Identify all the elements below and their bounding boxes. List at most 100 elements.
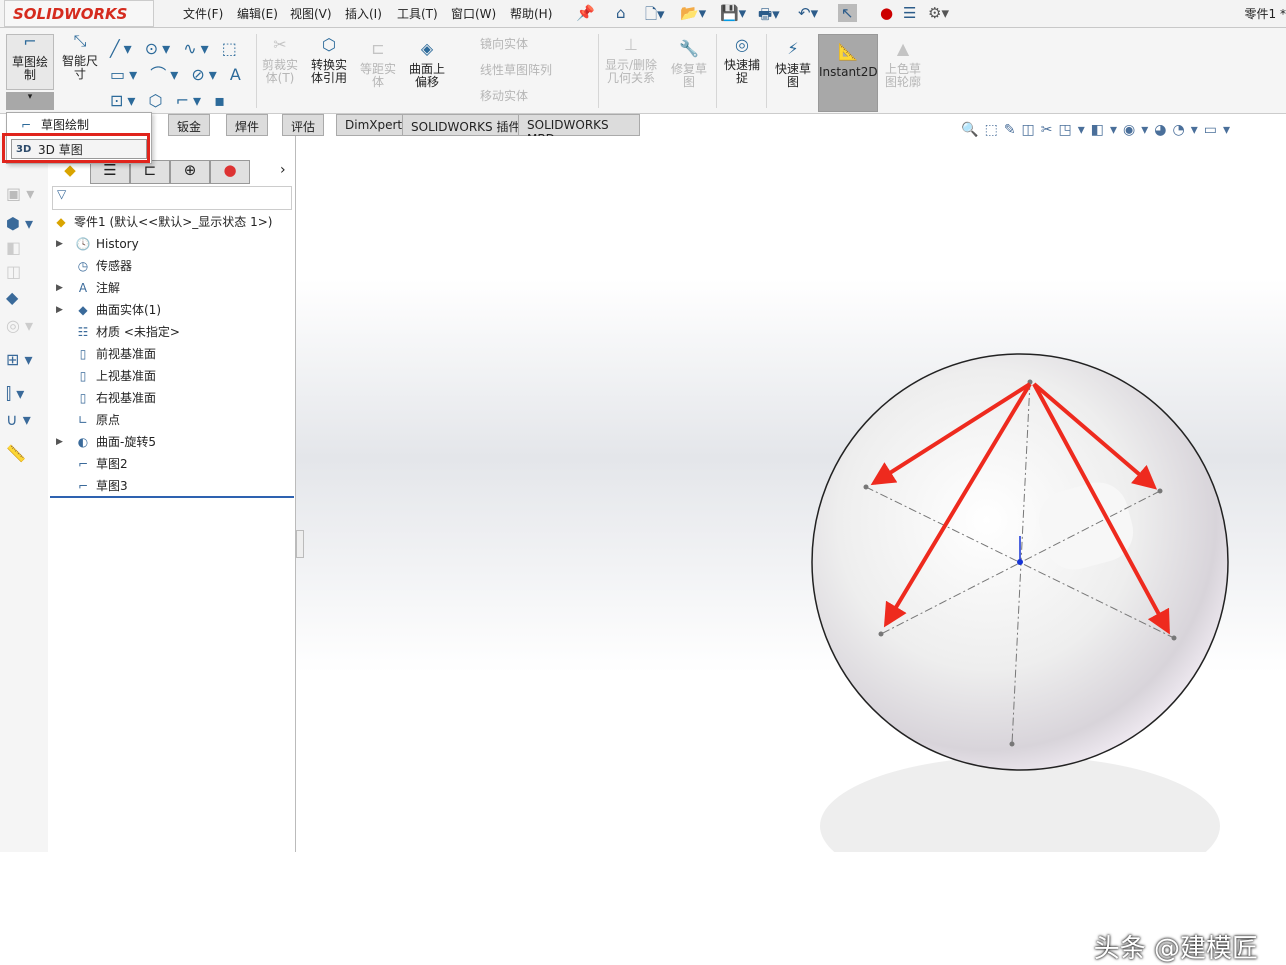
pattern-icon[interactable]: ⊞ ▾ xyxy=(6,350,33,369)
feature-manager: ◆ ☰ ⊏ ⊕ ● › ▽ ◆ 零件1 (默认<<默认>_显示状态 1>) ▶ 🕓 H… xyxy=(48,136,296,852)
shaded-sketch-contours-button[interactable]: ▲ 上色草图轮廓 xyxy=(880,41,926,89)
tree-item[interactable]: ⌐ 草图2 xyxy=(74,454,128,474)
display-relations-button[interactable]: ⊥ 显示/删除几何关系 xyxy=(602,37,660,85)
select-icon[interactable]: ↖ xyxy=(838,4,857,22)
save-icon[interactable]: 💾▾ xyxy=(720,4,746,22)
curves-icon[interactable]: ∪ ▾ xyxy=(6,410,31,429)
menu-edit[interactable]: 编辑(E) xyxy=(237,5,278,22)
linear-pattern-button[interactable]: 线性草图阵列 xyxy=(456,64,552,77)
rebuild-icon[interactable]: ● xyxy=(880,4,893,22)
instant2d-icon: 📐 xyxy=(838,42,858,61)
expand-arrow-icon[interactable]: ▶ xyxy=(56,234,63,254)
heads-up-view-toolbar[interactable]: 🔍⬚✎◫✂◳▾◧▾◉▾◕◔▾▭▾ xyxy=(961,122,1236,138)
tree-item-icon: ◷ xyxy=(77,259,89,273)
offset-on-surface-button[interactable]: ◈ 曲面上偏移 xyxy=(404,39,450,89)
file-properties-icon[interactable]: ☰ xyxy=(903,4,916,22)
menu-item-sketch[interactable]: ⌐ 草图绘制 xyxy=(15,115,89,135)
rapid-sketch-icon: ⚡ xyxy=(787,39,799,58)
tab-dimxpert[interactable]: DimXpert xyxy=(336,114,412,136)
tree-item[interactable]: ∟ 原点 xyxy=(74,410,120,430)
tree-item[interactable]: ▯ 前视基准面 xyxy=(74,344,156,364)
repair-icon: 🔧 xyxy=(679,39,699,58)
tree-root-part[interactable]: ◆ 零件1 (默认<<默认>_显示状态 1>) xyxy=(52,212,272,232)
quick-snaps-button[interactable]: ◎ 快速捕捉 xyxy=(720,37,764,85)
pin-icon[interactable]: 📌 xyxy=(576,4,595,22)
tree-item-label: 传感器 xyxy=(96,259,133,273)
smart-dimension-button[interactable]: ⤡ 智能尺寸 xyxy=(58,31,102,81)
smart-dimension-icon: ⤡ xyxy=(73,31,87,50)
dimxpert-tab-icon[interactable]: ⊕ xyxy=(170,160,210,184)
display-manager-tab-icon[interactable]: ● xyxy=(210,160,250,184)
expand-tabs-chevron-icon[interactable]: › xyxy=(280,162,286,178)
sketch-button[interactable]: ⌐ 草图绘制 xyxy=(6,34,54,90)
undo-icon[interactable]: ↶▾ xyxy=(798,4,818,22)
highlight-box xyxy=(2,133,150,163)
offset-surface-icon: ◈ xyxy=(420,39,434,58)
expand-arrow-icon[interactable]: ▶ xyxy=(56,300,63,320)
sketch-icon: ⌐ xyxy=(21,118,32,132)
instant2d-button[interactable]: 📐 Instant2D xyxy=(818,34,878,112)
menu-file[interactable]: 文件(F) xyxy=(183,5,223,22)
tree-item[interactable]: ▶ ◆ 曲面实体(1) xyxy=(56,300,161,320)
offset-icon: ⊏ xyxy=(371,39,385,58)
tab-evaluate[interactable]: 评估 xyxy=(282,114,325,136)
tree-item-icon: ▯ xyxy=(79,369,87,383)
rollback-bar[interactable] xyxy=(50,496,294,498)
mirror-entities-button[interactable]: 镜向实体 xyxy=(456,38,528,51)
print-icon[interactable]: 🖶▾ xyxy=(758,4,780,29)
tab-addins[interactable]: SOLIDWORKS 插件 xyxy=(402,114,530,136)
loft-icon[interactable]: ◫ xyxy=(6,262,21,281)
repair-sketch-button[interactable]: 🔧 修复草图 xyxy=(666,39,712,89)
tree-item-label: History xyxy=(96,237,139,251)
tree-item[interactable]: ⌐ 草图3 xyxy=(74,476,128,496)
move-entities-button[interactable]: 移动实体 xyxy=(456,90,528,103)
tree-item[interactable]: ▶ A 注解 xyxy=(56,278,120,298)
trim-entities-button[interactable]: ✂ 剪裁实体(T) xyxy=(258,37,302,85)
tree-filter[interactable]: ▽ xyxy=(52,186,292,210)
command-manager: ⌐ 草图绘制 ▾ ⤡ 智能尺寸 ╱▾ ⊙▾ ∿▾ ⬚ ▭▾ ⌒▾ ⊘▾ A ⊡▾ ⬡ ⌐… xyxy=(0,28,1286,114)
fillet-icon[interactable]: ◎ ▾ xyxy=(6,316,33,335)
convert-entities-button[interactable]: ⬡ 转换实体引用 xyxy=(306,37,352,85)
tree-item-label: 前视基准面 xyxy=(96,347,157,361)
watermark: 头条 @建模匠 xyxy=(1093,934,1258,964)
sketch-icon: ⌐ xyxy=(23,32,37,51)
reference-geometry-icon[interactable]: ⫿ ▾ xyxy=(6,384,24,404)
model-view[interactable] xyxy=(296,136,1286,896)
extrude-icon[interactable]: ▣ ▾ xyxy=(6,184,34,203)
tree-item[interactable]: ◷ 传感器 xyxy=(74,256,132,276)
menu-insert[interactable]: 插入(I) xyxy=(345,5,382,22)
rapid-sketch-button[interactable]: ⚡ 快速草图 xyxy=(770,39,816,89)
menu-tools[interactable]: 工具(T) xyxy=(397,5,438,22)
planar-surface-icon[interactable]: ◆ xyxy=(6,288,18,307)
measure-icon[interactable]: 📏 xyxy=(6,444,26,463)
expand-arrow-icon[interactable]: ▶ xyxy=(56,278,63,298)
tree-item-label: 材质 <未指定> xyxy=(96,325,180,339)
open-icon[interactable]: 📂▾ xyxy=(680,4,706,22)
menu-view[interactable]: 视图(V) xyxy=(290,5,332,22)
tree-item[interactable]: ▶ ◐ 曲面-旋转5 xyxy=(56,432,156,452)
tree-item-icon: A xyxy=(78,281,88,295)
sweep-icon[interactable]: ◧ xyxy=(6,238,21,257)
tree-item[interactable]: ▯ 右视基准面 xyxy=(74,388,156,408)
tree-item[interactable]: ▶ 🕓 History xyxy=(56,234,139,254)
tree-item-icon: ☷ xyxy=(77,325,89,339)
tree-item[interactable]: ☷ 材质 <未指定> xyxy=(74,322,180,342)
sketch-entity-tools[interactable]: ╱▾ ⊙▾ ∿▾ ⬚ ▭▾ ⌒▾ ⊘▾ A ⊡▾ ⬡ ⌐▾ ▪ xyxy=(110,36,245,114)
options-gear-icon[interactable]: ⚙▾ xyxy=(928,4,949,22)
sketch-dropdown-arrow[interactable]: ▾ xyxy=(6,92,54,110)
part-icon: ◆ xyxy=(56,215,66,229)
panel-splitter-handle[interactable] xyxy=(296,530,304,558)
new-file-icon[interactable]: 🗋▾ xyxy=(645,4,665,29)
revolve-icon[interactable]: ⬢ ▾ xyxy=(6,214,33,233)
tree-item[interactable]: ▯ 上视基准面 xyxy=(74,366,156,386)
expand-arrow-icon[interactable]: ▶ xyxy=(56,432,63,452)
home-icon[interactable]: ⌂ xyxy=(616,4,626,22)
tab-sheet-metal[interactable]: 钣金 xyxy=(168,114,211,136)
menu-window[interactable]: 窗口(W) xyxy=(451,5,496,22)
tab-weldments[interactable]: 焊件 xyxy=(226,114,269,136)
graphics-viewport[interactable]: 头条 @建模匠 xyxy=(296,136,1286,964)
tab-mbd[interactable]: SOLIDWORKS MBD xyxy=(518,114,640,146)
solidworks-logo[interactable]: SOLIDWORKS xyxy=(4,0,154,27)
offset-entities-button[interactable]: ⊏ 等距实体 xyxy=(356,39,400,89)
menu-help[interactable]: 帮助(H) xyxy=(510,5,552,22)
